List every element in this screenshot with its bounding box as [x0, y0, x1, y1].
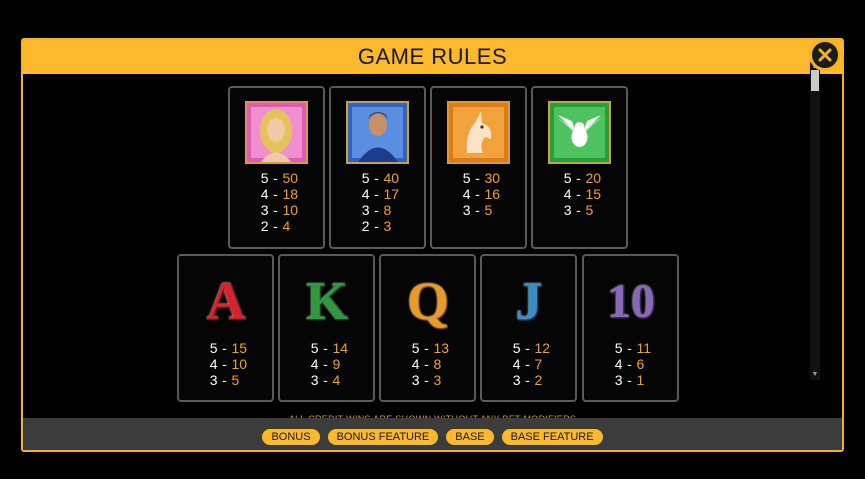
pay-value: 10 — [282, 202, 299, 218]
pay-count: 2 — [361, 218, 370, 234]
pay-value: 14 — [332, 340, 349, 356]
paytable-card-dove: 5-20 4-15 3-5 — [531, 86, 628, 249]
pay-value: 2 — [534, 372, 543, 388]
man-symbol-icon — [346, 101, 409, 164]
scroll-down-icon[interactable]: ▼ — [810, 370, 820, 380]
pay-value: 17 — [383, 186, 400, 202]
letter-k-symbol-icon: K — [305, 271, 348, 331]
pay-value: 10 — [231, 356, 248, 372]
pay-count: 5 — [209, 340, 218, 356]
paytable-card-k: K 5-14 4-9 3-4 — [278, 254, 375, 402]
unicorn-symbol-icon — [447, 101, 510, 164]
pay-count: 4 — [260, 186, 269, 202]
pay-value: 5 — [484, 202, 493, 218]
pay-count: 4 — [563, 186, 572, 202]
content-scrollbar[interactable]: ▲ ▼ — [810, 62, 820, 380]
letter-a-symbol-icon: A — [206, 271, 246, 331]
pay-value: 1 — [636, 372, 645, 388]
pay-value: 20 — [585, 170, 602, 186]
pay-value: 15 — [585, 186, 602, 202]
pay-count: 3 — [462, 202, 471, 218]
pay-value: 11 — [636, 340, 652, 356]
pay-value: 30 — [484, 170, 501, 186]
pay-value: 18 — [282, 186, 299, 202]
pay-value: 13 — [433, 340, 450, 356]
pay-value: 8 — [383, 202, 392, 218]
pay-count: 5 — [563, 170, 572, 186]
pay-count: 3 — [260, 202, 269, 218]
pay-count: 5 — [310, 340, 319, 356]
game-rules-dialog: GAME RULES 5-50 4-18 3-10 2-4 5 - 40 4 -… — [21, 38, 844, 452]
pay-count: 5 — [260, 170, 269, 186]
dialog-header: GAME RULES — [23, 40, 842, 74]
page-title: GAME RULES — [357, 44, 508, 69]
dove-symbol-icon — [548, 101, 611, 164]
tab-bonus-feature[interactable]: BONUS FEATURE — [327, 429, 439, 445]
pay-count: 5 — [411, 340, 420, 356]
close-icon — [818, 48, 832, 62]
pay-count: 4 — [310, 356, 319, 372]
pay-value: 6 — [636, 356, 645, 372]
pay-count: 5 — [462, 170, 471, 186]
pay-count: 3 — [209, 372, 218, 388]
pay-count: 3 — [361, 202, 370, 218]
paytable-card-a: A 5-15 4-10 3-5 — [177, 254, 274, 402]
woman-symbol-icon — [245, 101, 308, 164]
rules-tab-bar: BONUS BONUS FEATURE BASE BASE FEATURE — [23, 418, 842, 450]
tab-bonus[interactable]: BONUS — [262, 429, 320, 445]
letter-j-symbol-icon: J — [515, 271, 543, 331]
pay-value: 16 — [484, 186, 501, 202]
pay-count: 3 — [310, 372, 319, 388]
paytable-card-unicorn: 5-30 4-16 3-5 — [430, 86, 527, 249]
pay-value: 3 — [383, 218, 392, 234]
pay-count: 4 — [209, 356, 218, 372]
pay-value: 3 — [433, 372, 442, 388]
pay-value: 4 — [282, 218, 291, 234]
tab-base[interactable]: BASE — [446, 429, 494, 445]
letter-q-symbol-icon: Q — [406, 271, 449, 331]
paytable-card-man: 5-40 4-17 3-8 2-3 — [329, 86, 426, 249]
pay-count: 5 — [512, 340, 521, 356]
pay-count: 3 — [563, 202, 572, 218]
pay-count: 4 — [462, 186, 471, 202]
tab-base-feature[interactable]: BASE FEATURE — [501, 429, 603, 445]
pay-value: 12 — [534, 340, 551, 356]
pay-value: 50 — [282, 170, 299, 186]
paytable-card-10: 10 5-11 4-6 3-1 — [582, 254, 679, 402]
paytable-card-q: Q 5-13 4-8 3-3 — [379, 254, 476, 402]
paytable-card-j: J 5-12 4-7 3-2 — [480, 254, 577, 402]
pay-count: 3 — [512, 372, 521, 388]
pay-value: 5 — [231, 372, 240, 388]
paytable-card-woman: 5-50 4-18 3-10 2-4 — [228, 86, 325, 249]
pay-count: 5 — [614, 340, 623, 356]
pay-value: 40 — [383, 170, 400, 186]
pay-count: 5 — [361, 170, 370, 186]
scrollbar-thumb[interactable] — [811, 70, 819, 91]
pay-value: 15 — [231, 340, 248, 356]
pay-value: 9 — [332, 356, 341, 372]
pay-value: 7 — [534, 356, 543, 372]
pay-value: 8 — [433, 356, 442, 372]
pay-count: 4 — [614, 356, 623, 372]
pay-count: 3 — [411, 372, 420, 388]
pay-value: 5 — [585, 202, 594, 218]
pay-count: 2 — [260, 218, 269, 234]
pay-count: 4 — [411, 356, 420, 372]
pay-value: 4 — [332, 372, 341, 388]
pay-count: 3 — [614, 372, 623, 388]
pay-count: 4 — [512, 356, 521, 372]
close-button[interactable] — [809, 39, 841, 71]
number-10-symbol-icon: 10 — [607, 274, 655, 328]
pay-count: 4 — [361, 186, 370, 202]
paytable-content[interactable]: 5-50 4-18 3-10 2-4 5-40 4-17 3-8 2 - 3 5… — [23, 74, 842, 418]
